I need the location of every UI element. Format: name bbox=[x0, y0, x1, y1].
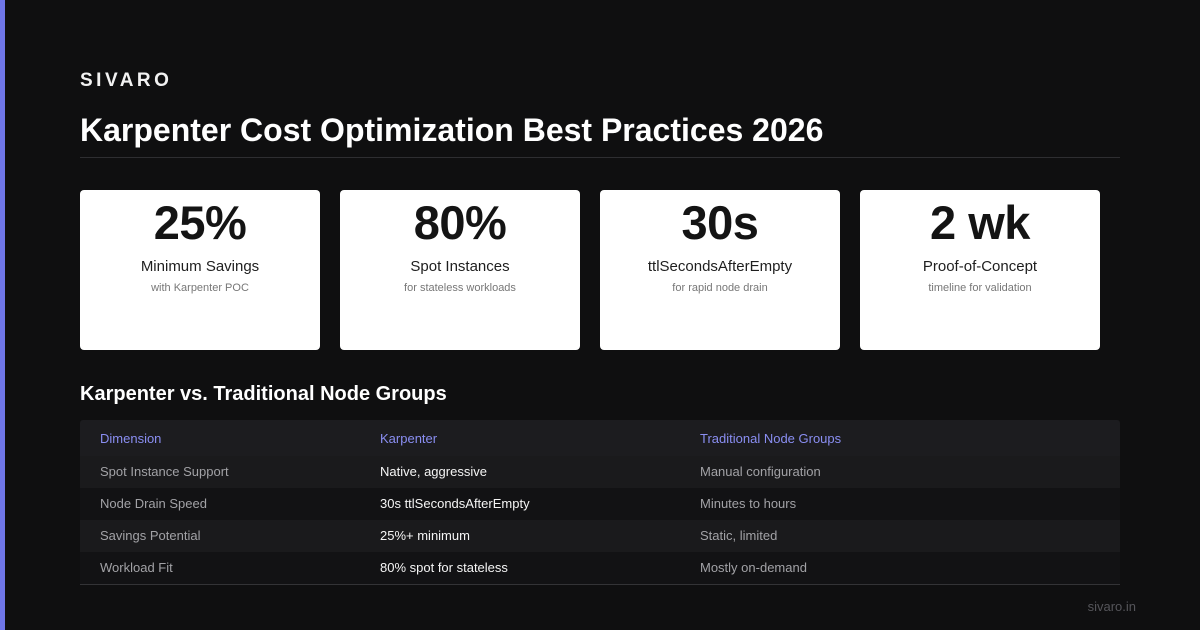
cell-dimension: Spot Instance Support bbox=[100, 464, 229, 479]
cell-karpenter: 80% spot for stateless bbox=[380, 560, 508, 575]
cell-karpenter: 25%+ minimum bbox=[380, 528, 470, 543]
table-header-row: Dimension Karpenter Traditional Node Gro… bbox=[80, 420, 1120, 456]
title-divider bbox=[80, 157, 1120, 158]
stat-card-spot: 80% Spot Instances for stateless workloa… bbox=[340, 190, 580, 350]
accent-bar bbox=[0, 0, 5, 630]
cell-traditional: Mostly on-demand bbox=[700, 560, 807, 575]
stat-value: 30s bbox=[681, 196, 759, 249]
stat-caption: with Karpenter POC bbox=[151, 282, 249, 294]
column-header-traditional: Traditional Node Groups bbox=[700, 431, 842, 446]
table-row: Savings Potential 25%+ minimum Static, l… bbox=[80, 520, 1120, 552]
stat-label: Proof-of-Concept bbox=[922, 258, 1038, 275]
stat-value: 25% bbox=[153, 196, 247, 249]
page-title: Karpenter Cost Optimization Best Practic… bbox=[80, 112, 824, 148]
stat-caption: timeline for validation bbox=[928, 282, 1032, 294]
table-row: Node Drain Speed 30s ttlSecondsAfterEmpt… bbox=[80, 488, 1120, 520]
column-header-karpenter: Karpenter bbox=[380, 431, 438, 446]
comparison-title: Karpenter vs. Traditional Node Groups bbox=[80, 383, 447, 405]
cell-dimension: Savings Potential bbox=[100, 528, 201, 543]
brand-logo: SIVARO bbox=[80, 70, 173, 91]
stat-value: 80% bbox=[413, 196, 507, 249]
cell-traditional: Minutes to hours bbox=[700, 496, 797, 511]
footer-url: sivaro.in bbox=[1087, 599, 1136, 614]
column-header-dimension: Dimension bbox=[100, 431, 162, 446]
comparison-table: Dimension Karpenter Traditional Node Gro… bbox=[80, 420, 1120, 585]
cell-traditional: Static, limited bbox=[700, 528, 778, 543]
stat-caption: for stateless workloads bbox=[404, 282, 516, 294]
stat-value: 2 wk bbox=[930, 196, 1030, 249]
cell-traditional: Manual configuration bbox=[700, 464, 821, 479]
cell-dimension: Node Drain Speed bbox=[100, 496, 207, 511]
table-bottom-border bbox=[80, 584, 1120, 585]
stat-card-poc: 2 wk Proof-of-Concept timeline for valid… bbox=[860, 190, 1100, 350]
stats-cards: 25% Minimum Savings with Karpenter POC 8… bbox=[80, 190, 1100, 350]
cell-karpenter: Native, aggressive bbox=[380, 464, 487, 479]
stat-card-drain: 30s ttlSecondsAfterEmpty for rapid node … bbox=[600, 190, 840, 350]
table-row: Spot Instance Support Native, aggressive… bbox=[80, 456, 1120, 488]
stat-card-savings: 25% Minimum Savings with Karpenter POC bbox=[80, 190, 320, 350]
stat-label: Minimum Savings bbox=[140, 258, 260, 275]
cell-dimension: Workload Fit bbox=[100, 560, 173, 575]
table-row: Workload Fit 80% spot for stateless Most… bbox=[80, 552, 1120, 584]
stat-caption: for rapid node drain bbox=[672, 282, 768, 294]
stat-label: ttlSecondsAfterEmpty bbox=[647, 258, 793, 275]
cell-karpenter: 30s ttlSecondsAfterEmpty bbox=[380, 496, 530, 511]
stat-label: Spot Instances bbox=[410, 258, 510, 275]
